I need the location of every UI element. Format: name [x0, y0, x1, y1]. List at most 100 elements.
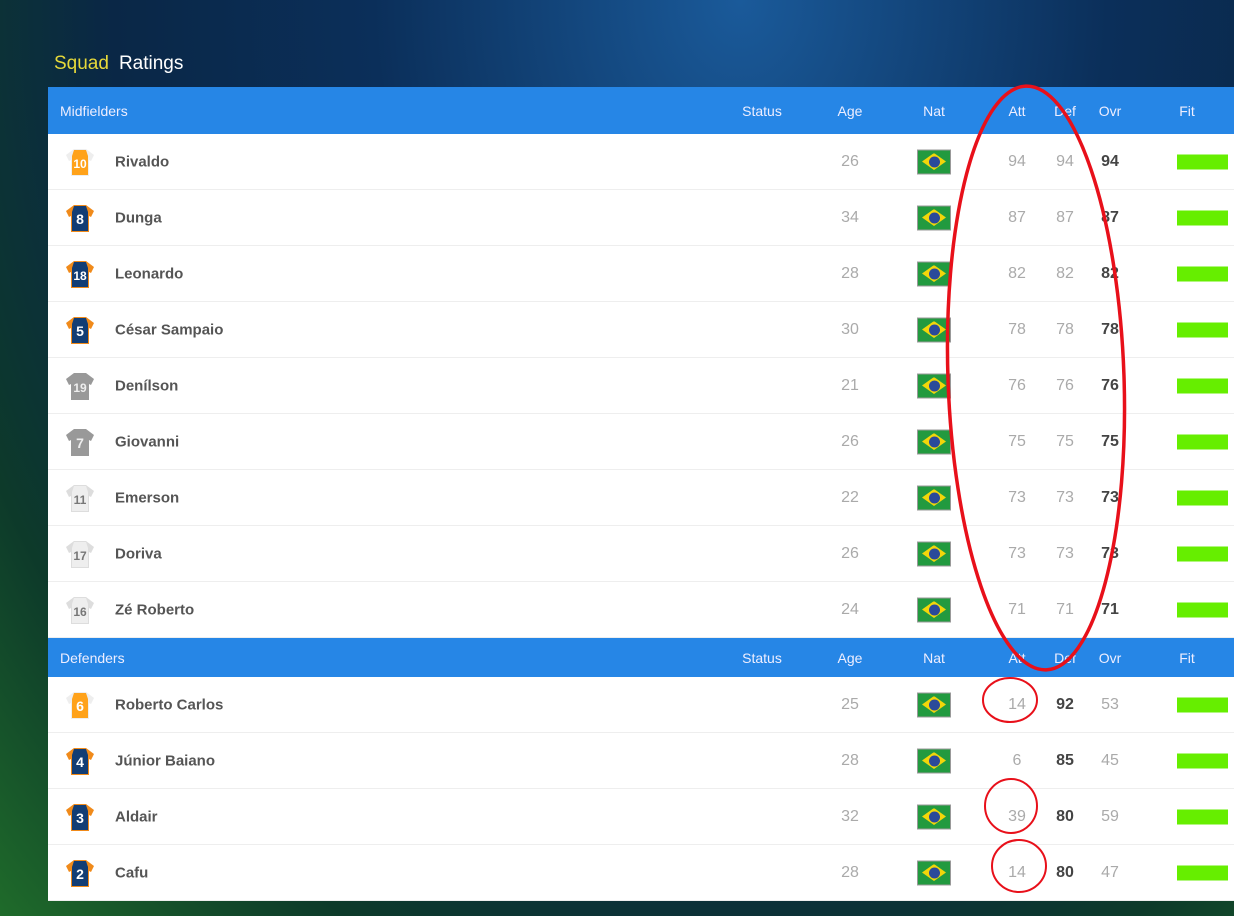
att-rating: 94: [1008, 152, 1026, 170]
player-row[interactable]: 4 Júnior Baiano 28 6 85 45: [48, 733, 1234, 789]
def-rating: 92: [1056, 695, 1074, 713]
fitness-bar: [1177, 809, 1228, 824]
nationality-flag-brazil-icon: [917, 149, 951, 174]
fitness-bar: [1177, 697, 1228, 712]
tab-squad[interactable]: Squad: [54, 53, 109, 74]
player-name[interactable]: Rivaldo: [115, 153, 169, 170]
player-age: 28: [841, 863, 859, 881]
player-age: 32: [841, 807, 859, 825]
fitness-bar: [1177, 154, 1228, 169]
player-age: 25: [841, 695, 859, 713]
shirt-icon: 5: [66, 316, 94, 344]
column-header-status[interactable]: Status: [742, 103, 782, 119]
fitness-bar: [1177, 490, 1228, 505]
group-header: Defenders Status Age Nat Att Def Ovr Fit: [48, 638, 1234, 677]
att-rating: 14: [1008, 695, 1026, 713]
def-rating: 76: [1056, 376, 1074, 394]
player-name[interactable]: Leonardo: [115, 265, 183, 282]
column-header-nat[interactable]: Nat: [923, 650, 945, 666]
column-header-fit[interactable]: Fit: [1179, 650, 1195, 666]
player-age: 21: [841, 376, 859, 394]
player-age: 34: [841, 208, 859, 226]
player-name[interactable]: Emerson: [115, 489, 179, 506]
column-header-age[interactable]: Age: [838, 103, 863, 119]
shirt-number: 3: [76, 810, 84, 826]
def-rating: 85: [1056, 751, 1074, 769]
column-header-def[interactable]: Def: [1054, 103, 1076, 119]
player-age: 26: [841, 432, 859, 450]
shirt-icon: 18: [66, 260, 94, 288]
player-row[interactable]: 17 Doriva 26 73 73 73: [48, 526, 1234, 582]
player-row[interactable]: 18 Leonardo 28 82 82 82: [48, 246, 1234, 302]
player-row[interactable]: 11 Emerson 22 73 73 73: [48, 470, 1234, 526]
column-header-ovr[interactable]: Ovr: [1099, 650, 1122, 666]
player-name[interactable]: César Sampaio: [115, 321, 223, 338]
def-rating: 87: [1056, 208, 1074, 226]
player-name[interactable]: Dunga: [115, 209, 162, 226]
column-header-def[interactable]: Def: [1054, 650, 1076, 666]
nationality-flag-brazil-icon: [917, 860, 951, 885]
column-header-nat[interactable]: Nat: [923, 103, 945, 119]
shirt-number: 2: [76, 866, 84, 882]
player-name[interactable]: Aldair: [115, 808, 158, 825]
column-header-att[interactable]: Att: [1008, 103, 1025, 119]
ovr-rating: 71: [1101, 600, 1119, 618]
column-header-fit[interactable]: Fit: [1179, 103, 1195, 119]
shirt-icon: 2: [66, 859, 94, 887]
def-rating: 94: [1056, 152, 1074, 170]
shirt-number: 19: [73, 381, 87, 395]
fitness-bar: [1177, 266, 1228, 281]
nationality-flag-brazil-icon: [917, 541, 951, 566]
tab-ratings[interactable]: Ratings: [119, 53, 183, 74]
nationality-flag-brazil-icon: [917, 597, 951, 622]
player-name[interactable]: Júnior Baiano: [115, 752, 215, 769]
shirt-icon: 6: [66, 691, 94, 719]
player-name[interactable]: Roberto Carlos: [115, 696, 223, 713]
nationality-flag-brazil-icon: [917, 692, 951, 717]
player-name[interactable]: Denílson: [115, 377, 178, 394]
fitness-bar: [1177, 865, 1228, 880]
shirt-number: 16: [73, 605, 87, 619]
nationality-flag-brazil-icon: [917, 429, 951, 454]
ovr-rating: 47: [1101, 863, 1119, 881]
player-row[interactable]: 19 Denílson 21 76 76 76: [48, 358, 1234, 414]
shirt-icon: 4: [66, 747, 94, 775]
ovr-rating: 82: [1101, 264, 1119, 282]
ovr-rating: 73: [1101, 488, 1119, 506]
player-row[interactable]: 16 Zé Roberto 24 71 71 71: [48, 582, 1234, 638]
fitness-bar: [1177, 434, 1228, 449]
player-name[interactable]: Giovanni: [115, 433, 179, 450]
player-name[interactable]: Doriva: [115, 545, 162, 562]
shirt-number: 5: [76, 323, 84, 339]
player-name[interactable]: Cafu: [115, 864, 148, 881]
player-row[interactable]: 8 Dunga 34 87 87 87: [48, 190, 1234, 246]
ovr-rating: 94: [1101, 152, 1119, 170]
player-row[interactable]: 5 César Sampaio 30 78 78 78: [48, 302, 1234, 358]
att-rating: 6: [1012, 751, 1022, 769]
group-name: Defenders: [60, 649, 125, 666]
player-row[interactable]: 6 Roberto Carlos 25 14 92 53: [48, 677, 1234, 733]
shirt-icon: 17: [66, 540, 94, 568]
column-header-att[interactable]: Att: [1008, 650, 1025, 666]
ovr-rating: 73: [1101, 544, 1119, 562]
ovr-rating: 59: [1101, 807, 1119, 825]
column-header-ovr[interactable]: Ovr: [1099, 103, 1122, 119]
player-age: 28: [841, 264, 859, 282]
player-row[interactable]: 3 Aldair 32 39 80 59: [48, 789, 1234, 845]
player-row[interactable]: 10 Rivaldo 26 94 94 94: [48, 134, 1234, 190]
shirt-number: 17: [73, 549, 87, 563]
def-rating: 78: [1056, 320, 1074, 338]
att-rating: 78: [1008, 320, 1026, 338]
column-header-age[interactable]: Age: [838, 650, 863, 666]
def-rating: 71: [1056, 600, 1074, 618]
att-rating: 14: [1008, 863, 1026, 881]
column-header-status[interactable]: Status: [742, 650, 782, 666]
shirt-number: 11: [74, 493, 87, 507]
def-rating: 73: [1056, 544, 1074, 562]
player-name[interactable]: Zé Roberto: [115, 601, 194, 618]
def-rating: 75: [1056, 432, 1074, 450]
def-rating: 82: [1056, 264, 1074, 282]
shirt-number: 10: [73, 157, 87, 171]
player-row[interactable]: 2 Cafu 28 14 80 47: [48, 845, 1234, 901]
player-row[interactable]: 7 Giovanni 26 75 75 75: [48, 414, 1234, 470]
